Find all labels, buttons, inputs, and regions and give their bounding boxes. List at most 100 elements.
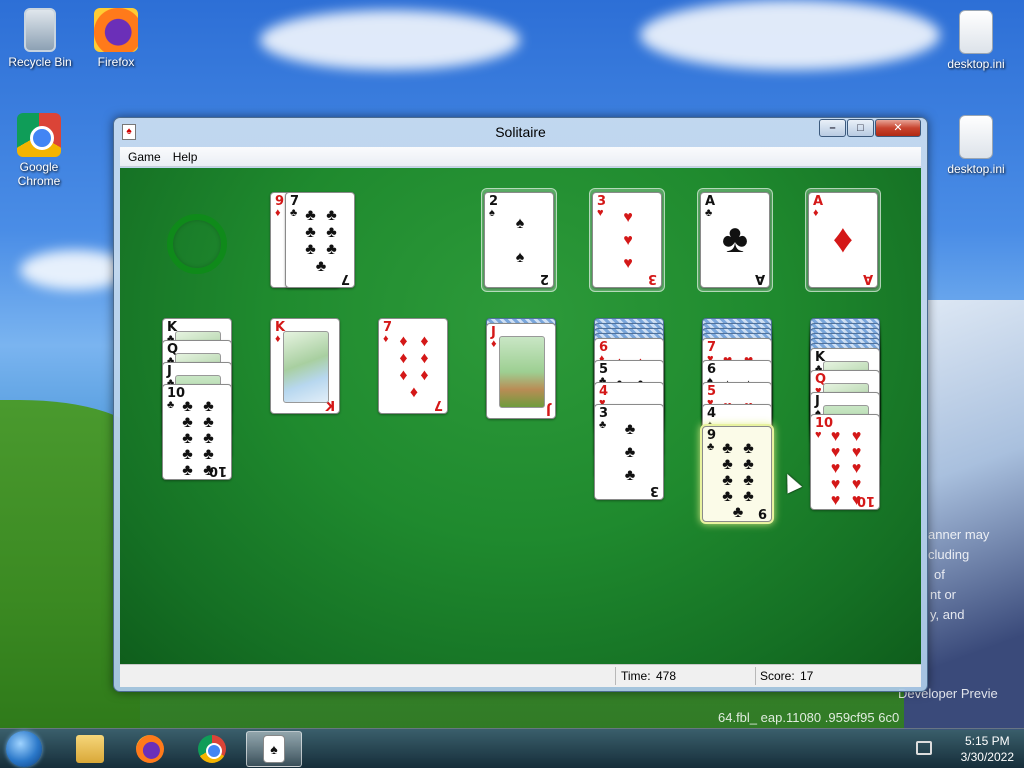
heart-icon: ♥ <box>597 207 604 219</box>
diamond-icon: ♦ <box>275 207 281 219</box>
club-icon: ♣ <box>290 207 298 219</box>
spade-icon: ♠ <box>515 215 525 232</box>
card-k-of-diamonds[interactable]: K ♦ K <box>270 318 340 414</box>
card-10-of-clubs[interactable]: 10 ♣ 10 ♣ ♣ ♣ ♣ ♣ ♣ ♣ ♣ ♣ ♣ <box>162 384 232 480</box>
settings-file-icon <box>959 10 993 54</box>
settings-file-icon <box>959 115 993 159</box>
status-bar: Time: 478 Score: 17 <box>120 664 921 687</box>
firefox-icon <box>136 735 164 763</box>
diamond-icon: ♦ <box>832 217 854 261</box>
close-button[interactable]: ✕ <box>875 119 921 137</box>
club-icon: ♣ <box>326 240 337 258</box>
chrome-icon <box>17 113 61 157</box>
diamond-icon: ♦ <box>399 349 408 367</box>
club-icon: ♣ <box>182 462 193 479</box>
clock-time: 5:15 PM <box>964 734 1010 748</box>
desktop-icon-desktop-ini[interactable]: desktop.ini <box>938 10 1014 71</box>
desktop-icon-recycle-bin[interactable]: Recycle Bin <box>2 8 78 69</box>
watermark-line: cluding <box>928 547 970 562</box>
recycle-bin-icon <box>24 8 56 52</box>
taskbar-solitaire[interactable]: ♠ <box>246 731 302 767</box>
minimize-button[interactable]: – <box>819 119 846 137</box>
network-icon[interactable] <box>916 741 932 755</box>
club-icon: ♣ <box>203 430 214 447</box>
desktop-icon-firefox[interactable]: Firefox <box>78 8 154 69</box>
club-icon: ♣ <box>203 462 214 479</box>
club-icon: ♣ <box>167 399 175 411</box>
score-value: 17 <box>800 669 814 683</box>
card-rank-bottom: 3 <box>647 271 657 286</box>
club-icon: ♣ <box>722 440 733 457</box>
game-board[interactable]: 9♦9♦♦♦♦♦♦♦♦♦7♣7♣♣♣♣♣♣♣2♠2♠♠3♥3♥♥♥A♣A♣A♦A… <box>120 168 921 664</box>
card-3-of-hearts[interactable]: 3 ♥ 3 ♥ ♥ ♥ <box>592 192 662 288</box>
time-label: Time: <box>621 669 651 683</box>
taskbar: ♠ 5:15 PM 3/30/2022 <box>0 728 1024 768</box>
card-j-of-diamonds[interactable]: J ♦ J <box>486 323 556 419</box>
desktop-icon-chrome[interactable]: Google Chrome <box>1 113 77 188</box>
card-rank-bottom: 9 <box>757 505 767 520</box>
firefox-icon <box>94 8 138 52</box>
card-pips: ♣ ♣ ♣ ♣ ♣ ♣ ♣ ♣ ♣ <box>717 440 759 521</box>
spade-icon: ♠ <box>515 249 525 266</box>
watermark-line: 64.fbl_ eap.11080 .959cf95 6c0 <box>718 710 900 725</box>
card-pips: ♦ ♦ ♦ ♦ ♦ ♦ ♦ <box>393 333 435 401</box>
diamond-icon: ♦ <box>420 349 429 367</box>
heart-icon: ♥ <box>623 254 633 272</box>
taskbar-chrome[interactable] <box>184 731 240 767</box>
card-2-of-spades[interactable]: 2 ♠ 2 ♠ ♠ <box>484 192 554 288</box>
maximize-button[interactable]: □ <box>847 119 874 137</box>
card-rank-bottom: 3 <box>649 483 659 498</box>
taskbar-file-explorer[interactable] <box>62 731 118 767</box>
menu-help[interactable]: Help <box>167 150 204 164</box>
club-icon: ♣ <box>305 223 316 241</box>
club-icon: ♣ <box>305 240 316 258</box>
club-icon: ♣ <box>743 440 754 457</box>
card-3-of-clubs[interactable]: 3 ♣ 3 ♣ ♣ ♣ <box>594 404 664 500</box>
club-icon: ♣ <box>305 206 316 224</box>
watermark-line: anner may <box>928 527 990 542</box>
card-rank-bottom: 7 <box>340 271 350 286</box>
heart-icon: ♥ <box>815 429 822 441</box>
club-icon: ♣ <box>705 207 713 219</box>
menu-game[interactable]: Game <box>122 150 167 164</box>
card-rank-bottom: J <box>546 402 551 417</box>
card-pips: ♠ ♠ <box>499 207 541 275</box>
card-pips: ♣ ♣ ♣ <box>609 419 651 487</box>
desktop-icon-desktop-ini[interactable]: desktop.ini <box>938 115 1014 176</box>
card-9-of-clubs[interactable]: 9 ♣ 9 ♣ ♣ ♣ ♣ ♣ ♣ ♣ ♣ ♣ <box>702 426 772 522</box>
card-a-of-clubs[interactable]: A ♣ A ♣ <box>700 192 770 288</box>
watermark-line: y, and <box>930 607 965 622</box>
card-rank-bottom: 7 <box>433 397 443 412</box>
start-button[interactable] <box>6 731 42 767</box>
card-a-of-diamonds[interactable]: A ♦ A ♦ <box>808 192 878 288</box>
diamond-icon: ♦ <box>813 207 819 219</box>
solitaire-icon: ♠ <box>263 735 285 763</box>
club-icon: ♣ <box>722 488 733 505</box>
card-10-of-hearts[interactable]: 10 ♥ 10 ♥ ♥ ♥ ♥ ♥ ♥ ♥ ♥ ♥ ♥ <box>810 414 880 510</box>
desktop-icon-label: Recycle Bin <box>8 55 72 69</box>
heart-icon: ♥ <box>830 444 841 461</box>
cloud <box>640 0 940 70</box>
card-7-of-diamonds[interactable]: 7 ♦ 7 ♦ ♦ ♦ ♦ ♦ ♦ ♦ <box>378 318 448 414</box>
card-pips: ♥ ♥ ♥ ♥ ♥ ♥ ♥ ♥ ♥ ♥ <box>825 428 867 509</box>
card-7-of-clubs[interactable]: 7 ♣ 7 ♣ ♣ ♣ ♣ ♣ ♣ ♣ <box>285 192 355 288</box>
diamond-icon: ♦ <box>420 332 429 350</box>
heart-icon: ♥ <box>851 476 862 493</box>
taskbar-firefox[interactable] <box>122 731 178 767</box>
heart-icon: ♥ <box>830 428 841 445</box>
heart-icon: ♥ <box>830 476 841 493</box>
diamond-icon: ♦ <box>399 366 408 384</box>
watermark-line: nt or <box>930 587 957 602</box>
heart-icon: ♥ <box>851 460 862 477</box>
menu-bar: Game Help <box>120 147 921 167</box>
club-icon: ♣ <box>203 398 214 415</box>
diamond-icon: ♦ <box>409 383 419 401</box>
desktop-icon-label: Firefox <box>97 55 135 69</box>
file-explorer-icon <box>76 735 104 763</box>
club-icon: ♣ <box>599 419 607 431</box>
stock-pile-reset[interactable] <box>167 214 227 274</box>
diamond-icon: ♦ <box>491 338 497 350</box>
heart-icon: ♥ <box>851 492 862 509</box>
title-bar[interactable]: ♠ Solitaire – □ ✕ <box>114 118 927 146</box>
clock[interactable]: 5:15 PM 3/30/2022 <box>961 733 1014 765</box>
